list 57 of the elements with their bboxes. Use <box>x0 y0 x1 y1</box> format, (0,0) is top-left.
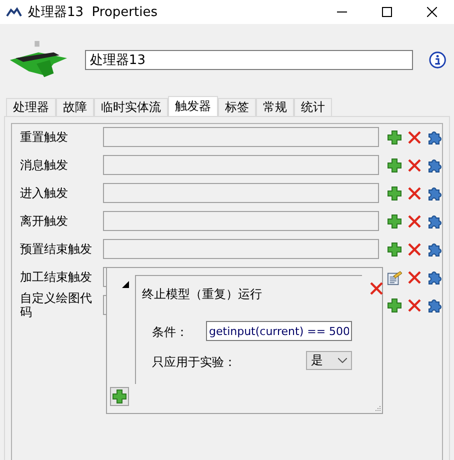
trigger-field[interactable] <box>103 127 379 147</box>
delete-icon[interactable] <box>407 298 422 312</box>
window-title: 处理器13 Properties <box>28 4 159 21</box>
info-icon[interactable] <box>428 51 446 69</box>
close-icon[interactable] <box>426 7 436 17</box>
tab[interactable]: 统计 <box>294 98 332 116</box>
add-icon[interactable] <box>387 186 402 200</box>
chevron-down-icon <box>338 358 347 363</box>
add-icon[interactable] <box>387 242 402 256</box>
trigger-field[interactable] <box>103 155 379 175</box>
trigger-label: 预置结束触发 <box>20 242 93 256</box>
notepad-icon[interactable] <box>387 270 402 286</box>
puzzle-icon[interactable] <box>427 298 442 312</box>
experiment-label: 只应用于实验： <box>152 354 236 371</box>
delete-icon[interactable] <box>407 158 422 172</box>
add-icon[interactable] <box>387 214 402 228</box>
tab[interactable]: 触发器 <box>168 96 218 116</box>
trigger-label: 进入触发 <box>20 186 69 200</box>
delete-icon[interactable] <box>407 242 422 256</box>
trigger-label: 消息触发 <box>20 158 69 172</box>
delete-icon[interactable] <box>407 214 422 228</box>
trigger-field[interactable] <box>103 211 379 231</box>
trigger-field[interactable] <box>103 239 379 259</box>
experiment-select[interactable]: 是 <box>306 351 352 370</box>
puzzle-icon[interactable] <box>427 186 442 200</box>
trigger-label: 离开触发 <box>20 214 69 228</box>
trigger-label: 加工结束触发 <box>20 270 93 284</box>
add-button[interactable] <box>110 387 129 406</box>
tab[interactable]: 标签 <box>218 98 256 116</box>
delete-icon[interactable] <box>369 281 384 296</box>
add-icon[interactable] <box>387 130 402 144</box>
tab[interactable]: 故障 <box>56 98 94 116</box>
tab[interactable]: 处理器 <box>6 98 56 116</box>
puzzle-icon[interactable] <box>427 270 442 284</box>
add-icon[interactable] <box>387 298 402 312</box>
machine-icon <box>8 40 69 80</box>
trigger-label: 自定义绘图代码 <box>20 291 93 319</box>
delete-icon[interactable] <box>407 270 422 284</box>
trigger-label: 重置触发 <box>20 130 69 144</box>
tab[interactable]: 临时实体流 <box>94 98 168 116</box>
name-field[interactable]: 处理器13 <box>84 50 413 70</box>
add-icon[interactable] <box>387 158 402 172</box>
trigger-field[interactable] <box>103 183 379 203</box>
delete-icon[interactable] <box>407 130 422 144</box>
puzzle-icon[interactable] <box>427 130 442 144</box>
delete-icon[interactable] <box>407 186 422 200</box>
app-logo-icon <box>6 7 22 17</box>
puzzle-icon[interactable] <box>427 158 442 172</box>
condition-label: 条件： <box>152 324 188 341</box>
tab[interactable]: 常规 <box>256 98 294 116</box>
puzzle-icon[interactable] <box>427 214 442 228</box>
condition-field[interactable]: getinput(current) == 500 <box>206 321 352 341</box>
puzzle-icon[interactable] <box>427 242 442 256</box>
maximize-icon[interactable] <box>382 7 392 17</box>
action-title: 终止模型（重复）运行 <box>142 286 262 303</box>
resize-grip-icon[interactable] <box>374 405 381 412</box>
collapse-triangle-icon[interactable] <box>122 281 129 288</box>
